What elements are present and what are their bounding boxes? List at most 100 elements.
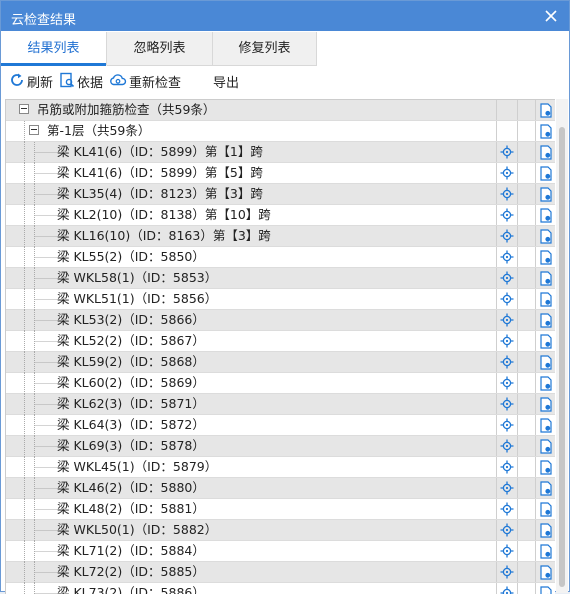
tree-floor-row[interactable]: 第-1层（共59条） <box>6 121 555 142</box>
document-icon[interactable] <box>535 583 555 594</box>
tree-item-row[interactable]: 梁 KL53(2)（ID：5866） <box>6 310 555 331</box>
document-icon[interactable] <box>535 226 555 246</box>
locate-icon[interactable] <box>496 247 517 267</box>
locate-icon[interactable] <box>496 478 517 498</box>
tree-item-row[interactable]: 梁 KL69(3)（ID：5878） <box>6 436 555 457</box>
document-icon[interactable] <box>535 352 555 372</box>
document-icon[interactable] <box>535 268 555 288</box>
collapse-icon[interactable] <box>29 125 39 135</box>
empty-cell <box>496 100 517 120</box>
tree-item-label: 梁 KL35(4)（ID：8123）第【3】跨 <box>57 186 263 201</box>
tree-item-label: 梁 KL16(10)（ID：8163）第【3】跨 <box>57 228 271 243</box>
tree-item-row[interactable]: 梁 KL55(2)（ID：5850） <box>6 247 555 268</box>
tree-item-row[interactable]: 梁 WKL58(1)（ID：5853） <box>6 268 555 289</box>
document-icon[interactable] <box>535 205 555 225</box>
tree-item-label: 梁 KL62(3)（ID：5871） <box>57 396 205 411</box>
document-icon[interactable] <box>535 331 555 351</box>
document-icon[interactable] <box>535 562 555 582</box>
tree-item-label: 梁 KL64(3)（ID：5872） <box>57 417 205 432</box>
tree-item-row[interactable]: 梁 KL16(10)（ID：8163）第【3】跨 <box>6 226 555 247</box>
locate-icon[interactable] <box>496 289 517 309</box>
tree-item-row[interactable]: 梁 WKL50(1)（ID：5882） <box>6 520 555 541</box>
recheck-button[interactable]: 重新检查 <box>109 73 181 95</box>
locate-icon[interactable] <box>496 562 517 582</box>
document-icon[interactable] <box>535 373 555 393</box>
locate-icon[interactable] <box>496 520 517 540</box>
locate-icon[interactable] <box>496 184 517 204</box>
locate-icon[interactable] <box>496 394 517 414</box>
tree-group-row[interactable]: 吊筋或附加箍筋检查（共59条） <box>6 100 555 121</box>
tree-item-row[interactable]: 梁 KL72(2)（ID：5885） <box>6 562 555 583</box>
document-icon[interactable] <box>535 163 555 183</box>
tree-item-row[interactable]: 梁 KL35(4)（ID：8123）第【3】跨 <box>6 184 555 205</box>
tree-item-row[interactable]: 梁 KL59(2)（ID：5868） <box>6 352 555 373</box>
locate-icon[interactable] <box>496 583 517 594</box>
document-icon[interactable] <box>535 310 555 330</box>
result-tree-grid: 吊筋或附加箍筋检查（共59条） 第-1层（共59条） 梁 KL41(6)（ID：… <box>5 99 555 594</box>
basis-label: 依据 <box>77 76 104 91</box>
tree-item-label: 梁 KL71(2)（ID：5884） <box>57 543 205 558</box>
locate-icon[interactable] <box>496 331 517 351</box>
locate-icon[interactable] <box>496 373 517 393</box>
document-icon[interactable] <box>535 499 555 519</box>
tree-item-row[interactable]: 梁 KL62(3)（ID：5871） <box>6 394 555 415</box>
document-icon[interactable] <box>535 520 555 540</box>
locate-icon[interactable] <box>496 352 517 372</box>
document-icon[interactable] <box>535 100 555 120</box>
tree-item-row[interactable]: 梁 KL48(2)（ID：5881） <box>6 499 555 520</box>
locate-icon[interactable] <box>496 205 517 225</box>
tree-item-row[interactable]: 梁 WKL51(1)（ID：5856） <box>6 289 555 310</box>
document-icon[interactable] <box>535 436 555 456</box>
document-icon[interactable] <box>535 247 555 267</box>
document-icon[interactable] <box>535 457 555 477</box>
tree-item-label: 梁 WKL50(1)（ID：5882） <box>57 522 218 537</box>
locate-icon[interactable] <box>496 436 517 456</box>
document-icon[interactable] <box>535 478 555 498</box>
basis-button[interactable]: 依据 <box>59 72 104 96</box>
tree-item-label: 梁 WKL58(1)（ID：5853） <box>57 270 218 285</box>
locate-icon[interactable] <box>496 310 517 330</box>
locate-icon[interactable] <box>496 499 517 519</box>
close-icon[interactable] <box>541 6 561 26</box>
refresh-button[interactable]: 刷新 <box>9 73 53 95</box>
document-icon[interactable] <box>535 184 555 204</box>
scrollbar-thumb[interactable] <box>559 127 565 587</box>
document-icon[interactable] <box>535 415 555 435</box>
tree-item-label: 梁 KL55(2)（ID：5850） <box>57 249 205 264</box>
tree-item-row[interactable]: 梁 KL52(2)（ID：5867） <box>6 331 555 352</box>
tree-item-row[interactable]: 梁 KL73(2)（ID：5886） <box>6 583 555 594</box>
tree-item-row[interactable]: 梁 KL71(2)（ID：5884） <box>6 541 555 562</box>
tree-item-label: 梁 WKL45(1)（ID：5879） <box>57 459 218 474</box>
locate-icon[interactable] <box>496 142 517 162</box>
tree-item-row[interactable]: 梁 KL64(3)（ID：5872） <box>6 415 555 436</box>
tree-item-row[interactable]: 梁 KL46(2)（ID：5880） <box>6 478 555 499</box>
tab-fixed[interactable]: 修复列表 <box>213 32 317 66</box>
tree-item-row[interactable]: 梁 KL41(6)（ID：5899）第【1】跨 <box>6 142 555 163</box>
tab-results[interactable]: 结果列表 <box>1 32 107 66</box>
tree-item-row[interactable]: 梁 KL2(10)（ID：8138）第【10】跨 <box>6 205 555 226</box>
document-icon[interactable] <box>535 142 555 162</box>
tree-item-row[interactable]: 梁 KL41(6)（ID：5899）第【5】跨 <box>6 163 555 184</box>
vertical-scrollbar[interactable] <box>556 99 568 593</box>
locate-icon[interactable] <box>496 541 517 561</box>
locate-icon[interactable] <box>496 226 517 246</box>
locate-icon[interactable] <box>496 163 517 183</box>
floor-label: 第-1层（共59条） <box>47 123 151 138</box>
tree-item-row[interactable]: 梁 KL60(2)（ID：5869） <box>6 373 555 394</box>
locate-icon[interactable] <box>496 268 517 288</box>
tree-item-label: 梁 KL2(10)（ID：8138）第【10】跨 <box>57 207 271 222</box>
export-button[interactable]: 导出 <box>213 73 239 95</box>
tree-item-label: 梁 KL46(2)（ID：5880） <box>57 480 205 495</box>
tab-ignored[interactable]: 忽略列表 <box>107 32 213 66</box>
locate-icon[interactable] <box>496 415 517 435</box>
locate-icon[interactable] <box>496 457 517 477</box>
document-search-icon <box>59 72 75 96</box>
document-icon[interactable] <box>535 394 555 414</box>
title-bar: 云检查结果 <box>1 1 569 31</box>
document-icon[interactable] <box>535 121 555 141</box>
document-icon[interactable] <box>535 541 555 561</box>
collapse-icon[interactable] <box>19 104 29 114</box>
recheck-label: 重新检查 <box>129 76 182 91</box>
document-icon[interactable] <box>535 289 555 309</box>
tree-item-row[interactable]: 梁 WKL45(1)（ID：5879） <box>6 457 555 478</box>
